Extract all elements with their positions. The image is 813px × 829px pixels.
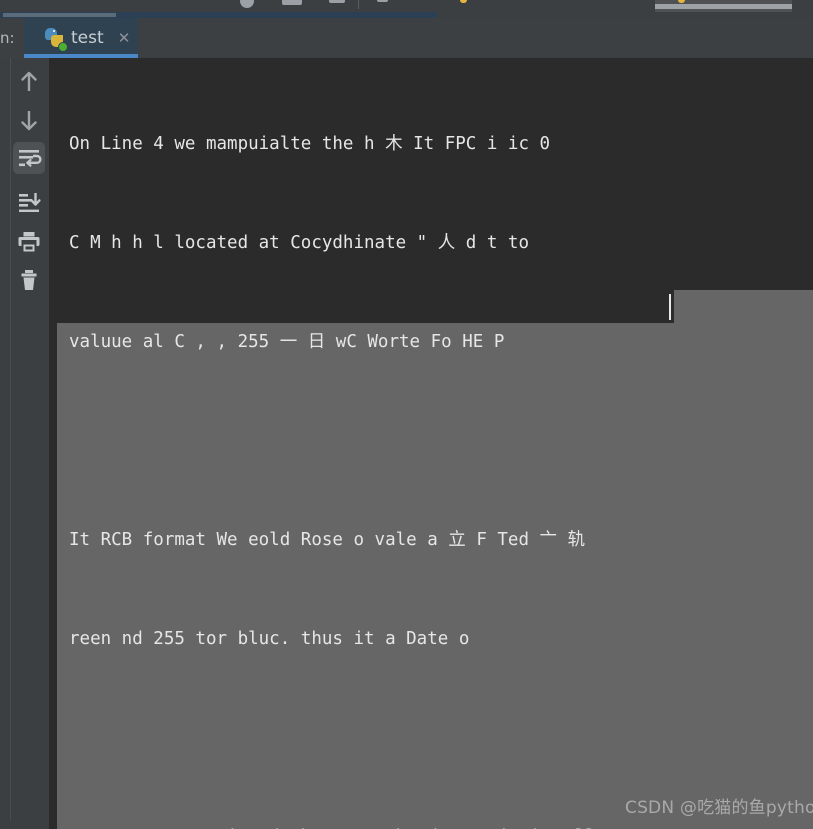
console-line: C M h h l located at Cocydhinate " 人 d t… (69, 233, 530, 253)
run-tool-window-tabbar: n: test ✕ (0, 18, 813, 58)
arrow-up-icon (21, 71, 37, 91)
watermark: CSDN @吃猫的鱼python (625, 798, 813, 818)
printer-icon (18, 232, 40, 252)
arrow-down-icon (21, 111, 37, 131)
toolbar-tab-2[interactable]: ⌄ (574, 0, 655, 12)
green-run-dot-icon (58, 42, 68, 52)
toolbar-separator (358, 0, 359, 9)
print-button[interactable] (13, 226, 45, 258)
clear-all-button[interactable] (13, 264, 45, 296)
console-line: It RCB format We eold Rose o vale a 立 F … (69, 530, 586, 550)
toolbar-right-tabs: ⌄ ⌄ (437, 0, 813, 18)
scroll-up-button[interactable] (13, 66, 45, 98)
scroll-to-end-button[interactable] (13, 186, 45, 218)
sidebar-divider (10, 58, 11, 829)
console-line-selected: owesver a Ementioned above, we hecd Eo t… (69, 821, 813, 829)
trash-icon (21, 270, 37, 290)
sidebar-bottom-strip (0, 820, 49, 829)
toolbar-underline-highlight (3, 13, 116, 17)
rectangle-small-icon[interactable] (329, 0, 345, 3)
circle-icon[interactable] (240, 0, 254, 8)
scroll-down-button[interactable] (13, 104, 45, 136)
console-line: reen nd 255 tor bluc. thus it a Date o (69, 629, 470, 649)
top-toolbar-strip: ⌄ ⌄ (0, 0, 813, 18)
console-line: On Line 4 we mampuialte the h 木 It FPC i… (69, 134, 551, 154)
toolbar-tab-3[interactable] (655, 0, 792, 12)
toolbar-tab-3-underline (655, 4, 792, 9)
console-line: valuue al C , , 255 一 日 wC Worte Fo HE P (69, 332, 505, 352)
caret-icon: ⌄ (591, 0, 599, 3)
soft-wrap-button[interactable] (13, 142, 45, 174)
caret-icon: ⌄ (794, 0, 802, 3)
console-left-gutter (49, 290, 57, 829)
toolbar-tab-1[interactable] (437, 0, 574, 12)
python-file-icon (456, 0, 467, 3)
run-window-label: n: (0, 30, 15, 47)
soft-wrap-icon (19, 150, 42, 167)
pycharm-console-window: ⌄ ⌄ n: test ✕ (0, 0, 813, 829)
tab-test-label: test (71, 28, 104, 48)
toolbar-tab-4[interactable]: ⌄ (792, 0, 813, 12)
console-text-block[interactable]: On Line 4 we mampuialte the h 木 It FPC i… (69, 62, 813, 829)
python-file-icon (674, 0, 685, 3)
dot-icon[interactable] (377, 0, 388, 2)
scroll-to-end-icon (19, 193, 41, 212)
toolbar-left-region (0, 0, 437, 18)
rectangle-icon[interactable] (282, 0, 302, 5)
close-icon[interactable]: ✕ (116, 30, 132, 46)
